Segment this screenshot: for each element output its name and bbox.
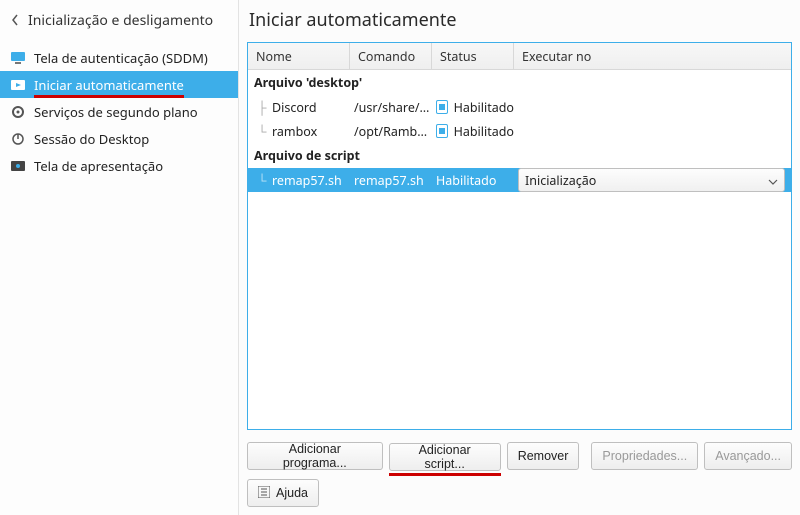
autostart-icon	[10, 77, 26, 93]
sidebar-item-label: Iniciar automaticamente	[34, 76, 184, 94]
help-button[interactable]: Ajuda	[247, 479, 319, 507]
column-header-executar[interactable]: Executar no	[514, 43, 791, 69]
column-header-status[interactable]: Status	[432, 43, 514, 69]
sidebar: Inicialização e desligamento Tela de aut…	[0, 0, 239, 515]
table-row[interactable]: └rambox /opt/Rambox... Habilitado	[248, 119, 791, 143]
sidebar-item-label: Serviços de segundo plano	[34, 103, 198, 121]
dropdown-value: Inicialização	[525, 172, 596, 189]
tree-branch-icon: ├	[252, 99, 272, 116]
help-label: Ajuda	[276, 486, 308, 500]
column-header-nome[interactable]: Nome	[248, 43, 350, 69]
row-command: /usr/share/di...	[350, 99, 432, 116]
row-command: remap57.sh	[354, 172, 424, 189]
page-title: Iniciar automaticamente	[247, 4, 792, 42]
help-icon	[258, 486, 270, 501]
sidebar-item-label: Tela de autenticação (SDDM)	[34, 49, 208, 67]
row-name: rambox	[272, 123, 317, 140]
button-row-secondary: Ajuda	[247, 471, 792, 507]
chevron-down-icon	[768, 172, 778, 189]
sidebar-item-splash[interactable]: Tela de apresentação	[0, 152, 238, 179]
tree-branch-icon: └	[252, 123, 272, 140]
system-settings-window: Inicialização e desligamento Tela de aut…	[0, 0, 800, 515]
tree-branch-icon: └	[252, 172, 272, 189]
sidebar-item-services[interactable]: Serviços de segundo plano	[0, 98, 238, 125]
table-header: Nome Comando Status Executar no	[248, 43, 791, 70]
sidebar-item-label: Sessão do Desktop	[34, 130, 149, 148]
add-script-button[interactable]: Adicionar script...	[389, 443, 501, 471]
sidebar-item-label: Tela de apresentação	[34, 157, 163, 175]
gear-icon	[10, 104, 26, 120]
row-status: Habilitado	[454, 123, 514, 140]
table-row[interactable]: ├Discord /usr/share/di... Habilitado	[248, 95, 791, 119]
table-body: Arquivo 'desktop' ├Discord /usr/share/di…	[248, 70, 791, 429]
power-icon	[10, 131, 26, 147]
row-name: remap57.sh	[272, 172, 342, 189]
sidebar-item-sddm[interactable]: Tela de autenticação (SDDM)	[0, 44, 238, 71]
remove-button[interactable]: Remover	[507, 442, 580, 470]
sidebar-item-autostart[interactable]: Iniciar automaticamente	[0, 71, 238, 98]
row-command: /opt/Rambox...	[350, 123, 432, 140]
column-header-comando[interactable]: Comando	[350, 43, 432, 69]
sidebar-items: Tela de autenticação (SDDM) Iniciar auto…	[0, 40, 238, 179]
properties-button: Propriedades...	[591, 442, 698, 470]
row-name: Discord	[272, 99, 317, 116]
back-icon	[8, 14, 22, 26]
sidebar-item-session[interactable]: Sessão do Desktop	[0, 125, 238, 152]
runat-dropdown[interactable]: Inicialização	[518, 168, 785, 192]
group-script[interactable]: Arquivo de script	[248, 143, 791, 168]
advanced-button: Avançado...	[704, 442, 792, 470]
row-status: Habilitado	[436, 172, 496, 189]
monitor-icon	[10, 50, 26, 66]
table-row-selected[interactable]: └ remap57.sh remap57.sh Habilitado Inici…	[248, 168, 791, 192]
enabled-checkbox[interactable]	[436, 124, 448, 138]
splash-icon	[10, 158, 26, 174]
sidebar-header[interactable]: Inicialização e desligamento	[0, 0, 238, 40]
sidebar-title: Inicialização e desligamento	[28, 11, 213, 30]
row-status: Habilitado	[454, 99, 514, 116]
enabled-checkbox[interactable]	[436, 100, 448, 114]
autostart-table: Nome Comando Status Executar no Arquivo …	[247, 42, 792, 430]
button-row-primary: Adicionar programa... Adicionar script..…	[247, 430, 792, 471]
add-program-button[interactable]: Adicionar programa...	[247, 442, 383, 470]
main-panel: Iniciar automaticamente Nome Comando Sta…	[239, 0, 800, 515]
group-desktop[interactable]: Arquivo 'desktop'	[248, 70, 791, 95]
